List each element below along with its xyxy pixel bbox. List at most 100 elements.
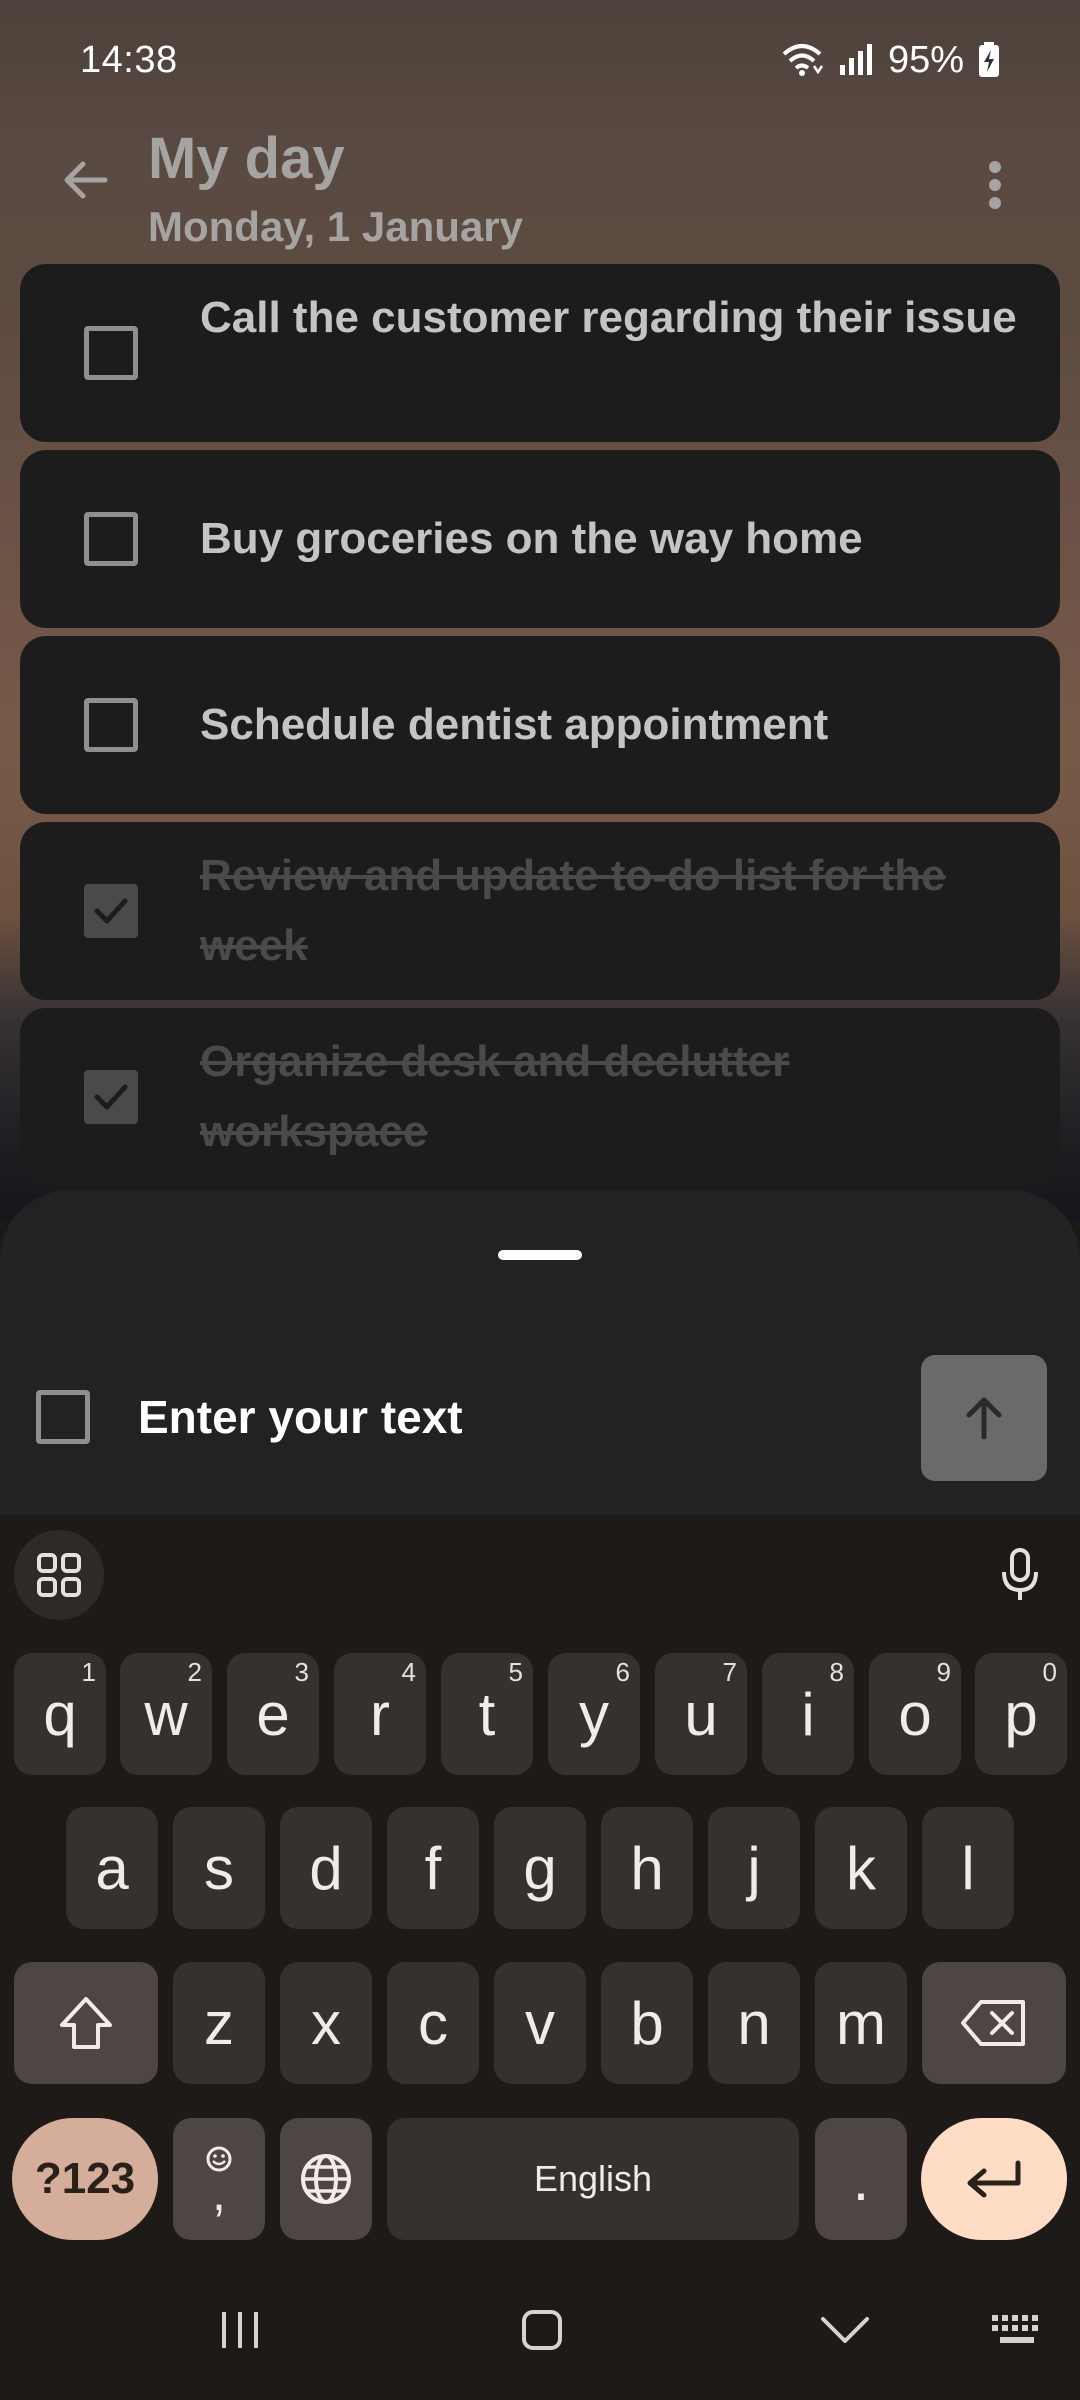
task-text: Call the customer regarding their issue [200, 293, 1017, 342]
key-label: y [579, 1680, 609, 1748]
page-subtitle: Monday, 1 January [148, 203, 524, 250]
soft-keyboard: q1 w2 e3 r4 t5 y6 u7 i8 o9 p0 a s d f g … [0, 1515, 1080, 2260]
key-p[interactable]: p0 [975, 1653, 1067, 1775]
key-j[interactable]: j [708, 1807, 800, 1929]
new-task-checkbox[interactable] [36, 1390, 90, 1444]
key-h[interactable]: h [601, 1807, 693, 1929]
task-checkbox[interactable] [84, 698, 138, 752]
battery-charging-icon [978, 42, 1000, 78]
key-t[interactable]: t5 [441, 1653, 533, 1775]
key-w[interactable]: w2 [120, 1653, 212, 1775]
task-item[interactable]: Review and update to-do list for the wee… [20, 822, 1060, 1000]
key-m[interactable]: m [815, 1962, 907, 2084]
emoji-comma-key[interactable]: , [173, 2118, 265, 2240]
task-checkbox-checked[interactable] [84, 884, 138, 938]
new-task-sheet [0, 1190, 1080, 1515]
key-hint: 2 [187, 1657, 202, 1687]
system-navigation-bar [0, 2260, 1080, 2400]
enter-icon [967, 2160, 1021, 2198]
home-button[interactable] [492, 2290, 592, 2370]
key-r[interactable]: r4 [334, 1653, 426, 1775]
key-hint: 8 [829, 1657, 844, 1687]
enter-key[interactable] [921, 2118, 1067, 2240]
voice-input-button[interactable] [975, 1530, 1065, 1620]
key-y[interactable]: y6 [548, 1653, 640, 1775]
task-item[interactable]: Organize desk and declutter workspace [20, 1008, 1060, 1186]
symbols-key[interactable]: ?123 [12, 2118, 158, 2240]
key-f[interactable]: f [387, 1807, 479, 1929]
status-bar: 14:38 95% [0, 0, 1080, 120]
task-text-done: Organize desk and declutter workspace [200, 1037, 790, 1156]
key-hint: 9 [936, 1657, 951, 1687]
task-item[interactable]: Schedule dentist appointment [20, 636, 1060, 814]
status-icons: 95% [780, 39, 1000, 82]
comma-label: , [212, 2165, 226, 2221]
key-label: p [1004, 1680, 1038, 1748]
key-o[interactable]: o9 [869, 1653, 961, 1775]
task-item[interactable]: Call the customer regarding their issue [20, 264, 1060, 442]
key-i[interactable]: i8 [762, 1653, 854, 1775]
key-b[interactable]: b [601, 1962, 693, 2084]
more-options-button[interactable] [965, 140, 1025, 230]
key-s[interactable]: s [173, 1807, 265, 1929]
key-v[interactable]: v [494, 1962, 586, 2084]
key-hint: 4 [401, 1657, 416, 1687]
key-e[interactable]: e3 [227, 1653, 319, 1775]
recents-button[interactable] [190, 2290, 290, 2370]
more-vert-icon [988, 160, 1002, 210]
key-z[interactable]: z [173, 1962, 265, 2084]
key-label: t [478, 1680, 496, 1748]
recents-icon [222, 2312, 258, 2348]
task-item[interactable]: Buy groceries on the way home [20, 450, 1060, 628]
shift-icon [60, 1997, 112, 2049]
period-key[interactable]: . [815, 2118, 907, 2240]
globe-icon [301, 2154, 351, 2204]
key-label: u [684, 1680, 718, 1748]
add-task-button[interactable] [921, 1355, 1047, 1481]
back-arrow-icon [61, 160, 109, 200]
task-text: Schedule dentist appointment [200, 700, 829, 749]
key-n[interactable]: n [708, 1962, 800, 2084]
key-hint: 7 [722, 1657, 737, 1687]
task-checkbox[interactable] [84, 512, 138, 566]
app-header: My day Monday, 1 January [0, 115, 1080, 265]
key-c[interactable]: c [387, 1962, 479, 2084]
key-l[interactable]: l [922, 1807, 1014, 1929]
shift-key[interactable] [14, 1962, 158, 2084]
task-checkbox[interactable] [84, 326, 138, 380]
key-label: o [898, 1680, 932, 1748]
hide-keyboard-button[interactable] [795, 2290, 895, 2370]
key-label: w [144, 1680, 188, 1748]
arrow-up-icon [959, 1393, 1009, 1443]
language-key[interactable] [280, 2118, 372, 2240]
new-task-input[interactable] [138, 1382, 778, 1452]
key-label: i [801, 1680, 815, 1748]
task-checkbox-checked[interactable] [84, 1070, 138, 1124]
grid-icon [36, 1552, 82, 1598]
key-hint: 3 [294, 1657, 309, 1687]
backspace-icon [961, 2000, 1025, 2046]
key-a[interactable]: a [66, 1807, 158, 1929]
checkmark-icon [94, 898, 128, 924]
keyboard-switch-button[interactable] [968, 2290, 1068, 2370]
key-q[interactable]: q1 [14, 1653, 106, 1775]
key-hint: 0 [1042, 1657, 1057, 1687]
status-time: 14:38 [80, 38, 178, 81]
drag-handle[interactable] [498, 1250, 582, 1260]
key-label: r [370, 1680, 390, 1748]
key-g[interactable]: g [494, 1807, 586, 1929]
key-k[interactable]: k [815, 1807, 907, 1929]
wifi-icon [780, 42, 824, 78]
checkmark-icon [94, 1084, 128, 1110]
key-d[interactable]: d [280, 1807, 372, 1929]
key-u[interactable]: u7 [655, 1653, 747, 1775]
backspace-key[interactable] [922, 1962, 1066, 2084]
keyboard-apps-button[interactable] [14, 1530, 104, 1620]
space-key[interactable]: English [387, 2118, 799, 2240]
key-hint: 6 [615, 1657, 630, 1687]
back-button[interactable] [50, 145, 120, 215]
task-text-done: Review and update to-do list for the wee… [200, 851, 946, 970]
task-text: Buy groceries on the way home [200, 514, 863, 563]
key-hint: 5 [508, 1657, 523, 1687]
key-x[interactable]: x [280, 1962, 372, 2084]
